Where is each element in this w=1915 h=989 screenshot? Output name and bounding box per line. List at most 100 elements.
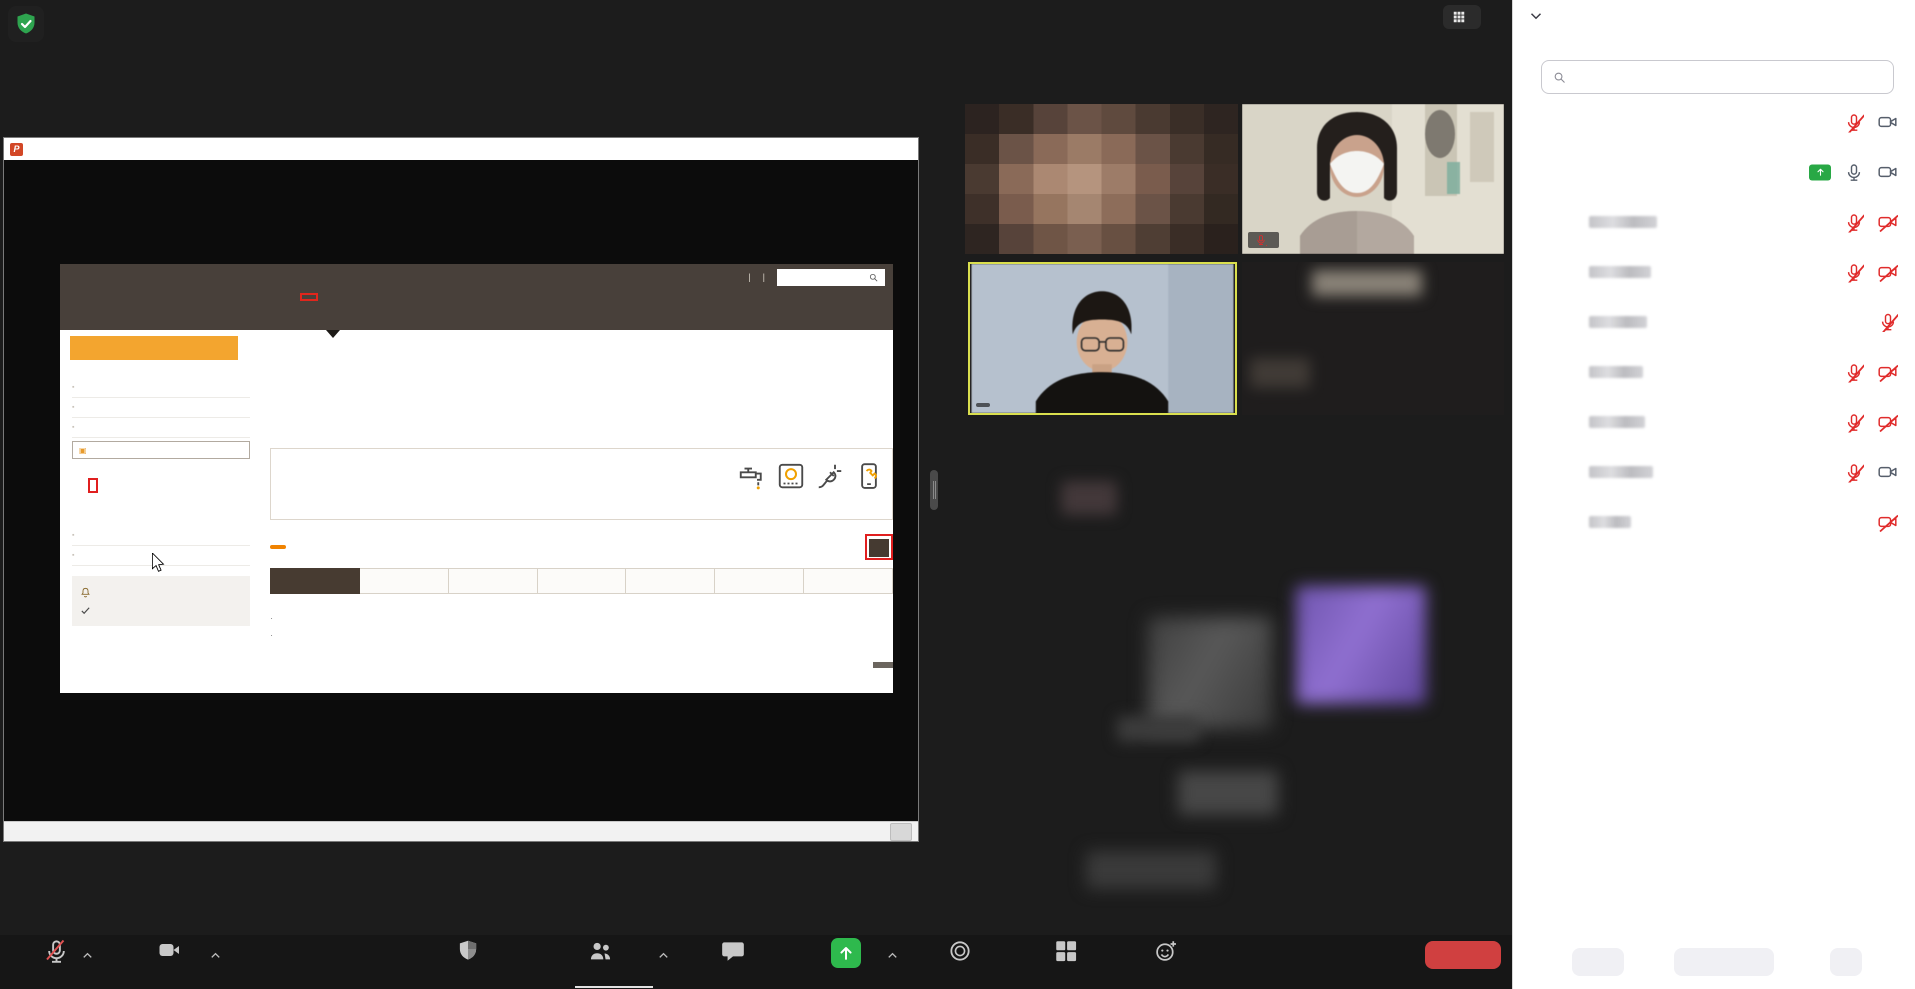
integrated-register-highlight: [865, 534, 893, 560]
tab-tax-payment[interactable]: [715, 568, 804, 594]
notes: [270, 610, 278, 644]
video-options-chevron[interactable]: [208, 948, 223, 963]
screen-sharing-badge: [1809, 164, 1831, 180]
participant-search-input[interactable]: [1574, 69, 1883, 85]
content-video-divider[interactable]: [930, 470, 938, 510]
participants-active-indicator: [575, 986, 653, 988]
note-line: [270, 610, 278, 627]
sidebar-item[interactable]: [72, 378, 250, 398]
video-label-speaker: [976, 403, 990, 407]
reactions-button[interactable]: [1133, 938, 1199, 986]
participant-row[interactable]: [1525, 302, 1904, 342]
recommend-badge: [270, 545, 286, 549]
sidebar-subitem[interactable]: [72, 462, 250, 478]
invite-button[interactable]: [1572, 948, 1624, 976]
avatar: [1541, 155, 1575, 189]
participant-row[interactable]: [1525, 402, 1904, 442]
participant-row[interactable]: [1525, 352, 1904, 392]
chat-button[interactable]: [703, 938, 763, 986]
integrated-register-button[interactable]: [869, 539, 889, 557]
promo-box: [270, 448, 893, 520]
pixelated-face: [965, 104, 1238, 254]
participant-row[interactable]: [1525, 452, 1904, 492]
site-search-box[interactable]: [777, 269, 885, 286]
nav-credit-management[interactable]: [300, 293, 318, 301]
slide-sorter-button[interactable]: [834, 824, 854, 840]
info-register-highlight[interactable]: [88, 478, 98, 493]
record-button[interactable]: [930, 938, 990, 986]
avatar: [1541, 105, 1575, 139]
mic-muted-icon: [43, 938, 70, 965]
tab-model-taxpayer[interactable]: [804, 568, 893, 594]
avatar-redacted: [1541, 255, 1575, 289]
sidebar-item[interactable]: [72, 526, 250, 546]
security-button[interactable]: [438, 938, 498, 986]
next-slide-button[interactable]: [768, 824, 788, 840]
camera-off-icon: [1877, 262, 1898, 283]
view-button[interactable]: [1443, 5, 1481, 29]
participants-options-chevron[interactable]: [656, 948, 671, 963]
sidebar-item[interactable]: [72, 418, 250, 438]
mic-options-chevron[interactable]: [80, 948, 95, 963]
participant-row[interactable]: [1525, 252, 1904, 292]
participant-search[interactable]: [1541, 60, 1894, 94]
video-tile-dark[interactable]: [1242, 262, 1504, 415]
sidebar-subitem-info-register[interactable]: [72, 478, 250, 494]
bell-icon: [80, 587, 91, 598]
smiley-plus-icon: [1153, 938, 1179, 964]
video-tile-host[interactable]: [1242, 104, 1504, 254]
allcredit-site-screenshot: | |: [60, 264, 893, 693]
plug-icon: [815, 461, 845, 491]
notes-view-button[interactable]: [740, 824, 760, 840]
tab-utility-fee[interactable]: [626, 568, 715, 594]
site-search-input[interactable]: [780, 272, 868, 284]
share-screen-button[interactable]: [806, 938, 886, 986]
tab-national-pension[interactable]: [449, 568, 538, 594]
prev-slide-button[interactable]: [712, 824, 732, 840]
participant-row[interactable]: [1525, 202, 1904, 242]
slideshow-view-button[interactable]: [890, 823, 912, 841]
participant-row-cohost[interactable]: [1525, 152, 1904, 192]
blurred-region: [1061, 481, 1117, 515]
collapse-panel-chevron[interactable]: [1527, 7, 1545, 25]
recommendation-row: [270, 534, 893, 560]
avatar-redacted: [1541, 305, 1575, 339]
participants-panel: [1512, 0, 1915, 989]
payment-history-button[interactable]: [873, 662, 893, 668]
free-diagnosis-link[interactable]: [80, 583, 242, 601]
mic-muted-icon: [1844, 212, 1864, 232]
sidebar-subitem[interactable]: [72, 494, 250, 510]
my-service-button[interactable]: [70, 336, 238, 360]
camera-off-icon: [1877, 212, 1898, 233]
mute-all-button[interactable]: [1674, 948, 1774, 976]
sidebar-item[interactable]: [72, 398, 250, 418]
sidebar-item-kscore[interactable]: [72, 441, 250, 459]
shield-icon: [455, 938, 481, 964]
participant-row[interactable]: [1525, 502, 1904, 542]
check-icon: [80, 605, 91, 616]
breakout-rooms-button[interactable]: [1029, 938, 1103, 986]
normal-view-button[interactable]: [806, 824, 826, 840]
mic-muted-icon: [1844, 362, 1864, 382]
mic-on-icon: [1844, 162, 1864, 182]
slide-area: | |: [4, 160, 918, 821]
video-tile-active-speaker[interactable]: [968, 262, 1237, 415]
more-options-button[interactable]: [1830, 948, 1862, 976]
sidebar-subitem[interactable]: [72, 510, 250, 526]
camera-off-icon: [1877, 512, 1898, 533]
avatar-redacted: [1541, 205, 1575, 239]
participants-button[interactable]: [560, 938, 640, 986]
end-meeting-button[interactable]: [1425, 941, 1501, 969]
share-options-chevron[interactable]: [885, 948, 900, 963]
tab-health-insurance[interactable]: [360, 568, 449, 594]
tab-income[interactable]: [270, 568, 360, 594]
blurred-region: [1178, 771, 1278, 815]
stop-video-button[interactable]: [118, 938, 222, 986]
tab-telecom-fee[interactable]: [538, 568, 627, 594]
blurred-patch: [1250, 358, 1310, 388]
reading-view-button[interactable]: [862, 824, 882, 840]
participant-row-host[interactable]: [1525, 102, 1904, 142]
avatar-redacted: [1541, 355, 1575, 389]
service-overview-link[interactable]: [80, 601, 242, 619]
video-tile-pixelated[interactable]: [965, 104, 1238, 254]
